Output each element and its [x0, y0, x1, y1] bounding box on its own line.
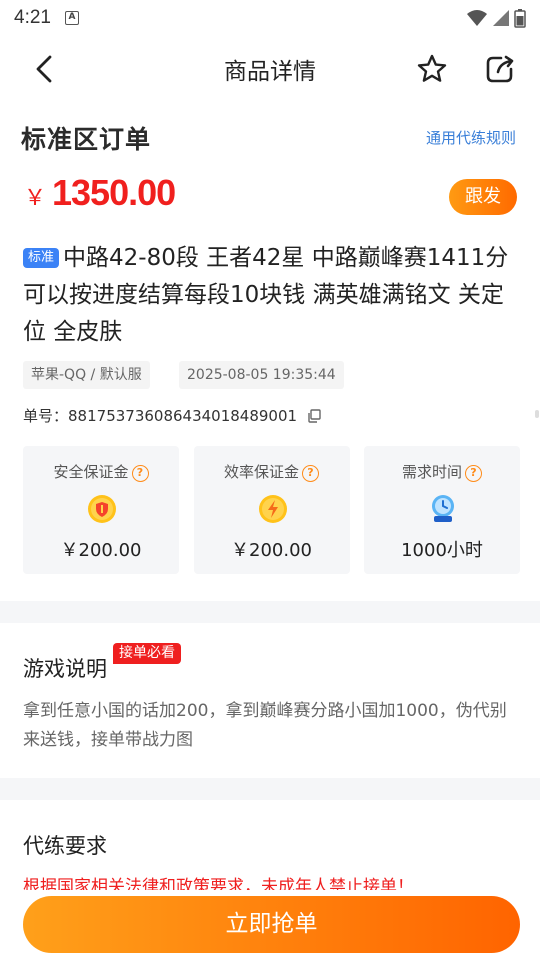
card-title: 效率保证金	[223, 463, 299, 481]
copy-button[interactable]	[307, 408, 321, 423]
status-bar: 4:21 A	[0, 0, 540, 36]
top-nav: 商品详情	[0, 36, 540, 102]
section-divider	[0, 778, 540, 800]
status-indicators	[466, 8, 526, 28]
order-description-block: 标准 中路42-80段 王者42星 中路巅峰赛1411分 可以按进度结算每段10块…	[23, 240, 523, 351]
card-value: 1000小时	[401, 540, 483, 561]
safety-deposit-card: 安全保证金? ￥200.00	[23, 446, 179, 574]
scrollbar[interactable]	[535, 410, 539, 418]
notification-icon: A	[64, 11, 79, 25]
deposit-cards: 安全保证金? ￥200.00 效率保证金? ￥200.00 需求时间? 1000…	[23, 446, 520, 574]
share-icon	[486, 55, 514, 83]
signal-icon	[493, 10, 509, 26]
rules-link[interactable]: 通用代练规则	[426, 127, 516, 148]
grab-order-button[interactable]: 立即抢单	[23, 896, 520, 953]
help-icon[interactable]: ?	[465, 465, 482, 482]
order-number-label: 单号：	[23, 407, 69, 425]
requirements-text: 根据国家相关法律和政策要求，未成年人禁止接单！	[23, 877, 414, 892]
bottom-bar: 立即抢单	[0, 890, 540, 960]
hourglass-icon	[432, 495, 454, 522]
card-value: ￥200.00	[231, 540, 312, 561]
order-number: 881753736086434018489001	[68, 406, 298, 425]
price: ￥ 1350.00	[24, 172, 176, 214]
back-button[interactable]	[28, 52, 60, 86]
wifi-icon	[467, 10, 487, 26]
order-number-row: 单号： 881753736086434018489001	[23, 405, 321, 426]
price-currency: ￥	[24, 186, 47, 211]
chevron-left-icon	[36, 55, 52, 83]
must-read-badge: 接单必看	[113, 643, 181, 664]
standard-tag: 标准	[23, 248, 60, 268]
zone-title: 标准区订单	[21, 125, 152, 154]
help-icon[interactable]: ?	[131, 465, 149, 482]
efficiency-deposit-card: 效率保证金? ￥200.00	[193, 446, 350, 574]
star-icon	[417, 54, 447, 82]
follow-button[interactable]: 跟发	[449, 179, 517, 215]
required-time-card: 需求时间? 1000小时	[364, 446, 520, 574]
lightning-coin-icon	[258, 495, 287, 523]
price-value: 1350.00	[52, 172, 176, 213]
section-divider	[0, 601, 540, 623]
shield-coin-icon	[88, 495, 116, 523]
server-chip: 苹果-QQ / 默认服	[23, 361, 150, 389]
game-section-title: 游戏说明	[23, 657, 107, 681]
card-title: 需求时间	[401, 463, 462, 481]
share-button[interactable]	[482, 52, 518, 86]
game-description: 拿到任意小国的话加200，拿到巅峰赛分路小国加1000，伪代别来送钱，接单带战力…	[23, 701, 507, 750]
copy-icon	[308, 408, 321, 423]
card-title: 安全保证金	[53, 463, 129, 481]
battery-icon	[514, 9, 526, 28]
card-value: ￥200.00	[60, 540, 142, 561]
status-time: 4:21	[14, 7, 51, 28]
order-description: 中路42-80段 王者42星 中路巅峰赛1411分 可以按进度结算每段10块钱 …	[23, 245, 509, 345]
requirements-title: 代练要求	[23, 834, 107, 858]
favorite-button[interactable]	[414, 52, 450, 86]
timestamp-chip: 2025-08-05 19:35:44	[179, 361, 344, 389]
help-icon[interactable]: ?	[302, 465, 319, 482]
page-title: 商品详情	[224, 59, 316, 85]
